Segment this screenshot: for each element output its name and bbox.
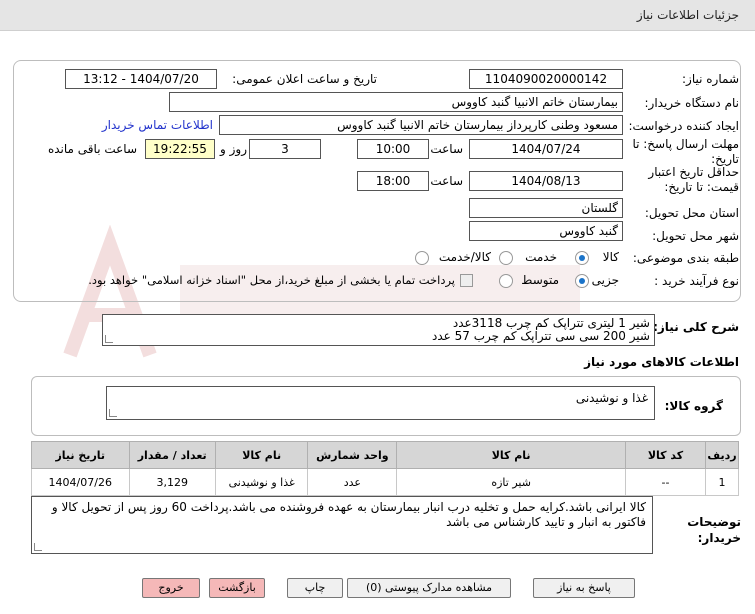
requester-field: مسعود وطنی کارپرداز بیمارستان خاتم الانب…	[219, 115, 623, 135]
table-header-row: ردیف کد کالا نام کالا واحد شمارش نام کال…	[31, 441, 739, 469]
delivery-province-label: استان محل تحویل:	[644, 206, 739, 220]
summary-label: شرح کلی نیاز:	[653, 320, 739, 334]
cell-unit: عدد	[307, 468, 398, 496]
col-unit: واحد شمارش	[307, 441, 398, 469]
col-quantity: تعداد / مقدار	[128, 441, 216, 469]
goods-group-label: گروه کالا:	[664, 399, 723, 413]
cell-item-code: --	[624, 468, 707, 496]
summary-textarea[interactable]: شیر 1 لیتری تتراپک کم چرب 3118عدد شیر 20…	[102, 314, 655, 346]
buyer-org-label: نام دستگاه خریدار:	[644, 96, 740, 110]
reply-button[interactable]: پاسخ به نیاز	[533, 578, 635, 598]
resize-grip-icon[interactable]	[109, 409, 117, 417]
window-titlebar: جزئیات اطلاعات نیاز	[0, 0, 755, 31]
goods-section-title: اطلاعات کالاهای مورد نیاز	[584, 355, 739, 369]
goods-group-value: غذا و نوشیدنی	[575, 391, 648, 405]
process-radio-medium[interactable]	[499, 274, 513, 288]
delivery-city-field: گنبد کاووس	[469, 221, 623, 241]
page-root: جزئیات اطلاعات نیاز شماره نیاز: 11040900…	[0, 0, 755, 614]
col-group-name: نام کالا	[214, 441, 309, 469]
col-row-number: ردیف	[705, 441, 739, 469]
exit-button[interactable]: خروج	[142, 578, 200, 598]
buyer-notes-text: کالا ایرانی باشد.کرایه حمل و تخلیه درب ا…	[51, 500, 646, 529]
category-radio-goods-service[interactable]	[415, 251, 429, 265]
remaining-days-field: 3	[249, 139, 321, 159]
table-row[interactable]: 1 -- شیر تازه عدد غذا و نوشیدنی 3,129 14…	[31, 468, 739, 496]
buyer-contact-link[interactable]: اطلاعات تماس خریدار	[102, 118, 213, 132]
remaining-time-field: 19:22:55	[145, 139, 215, 159]
category-radio-goods[interactable]	[575, 251, 589, 265]
col-item-code: کد کالا	[624, 441, 707, 469]
treasury-payment-checkbox[interactable]	[460, 274, 473, 287]
category-option-goods: کالا	[602, 250, 619, 264]
treasury-payment-label: پرداخت تمام یا بخشی از مبلغ خرید،از محل …	[88, 273, 455, 287]
summary-line-2: شیر 200 سی سی تتراپک کم چرب 57 عدد	[432, 329, 650, 343]
category-label: طبقه بندی موضوعی:	[632, 251, 739, 265]
cell-group-name: غذا و نوشیدنی	[214, 468, 309, 496]
delivery-province-field: گلستان	[469, 198, 623, 218]
col-item-name: نام کالا	[396, 441, 626, 469]
need-number-field: 1104090020000142	[469, 69, 623, 89]
reply-time-label: ساعت	[430, 142, 463, 156]
category-option-goods-service: کالا/خدمت	[438, 250, 491, 264]
process-option-minor: جزیی	[591, 273, 619, 287]
cell-row-number: 1	[705, 468, 739, 496]
price-validity-date-field: 1404/08/13	[469, 171, 623, 191]
process-option-medium: متوسط	[521, 273, 559, 287]
announce-datetime-label: تاریخ و ساعت اعلان عمومی:	[232, 72, 377, 86]
reply-time-field: 10:00	[357, 139, 429, 159]
validity-time-label: ساعت	[430, 174, 463, 188]
cell-need-date: 1404/07/26	[31, 468, 130, 496]
category-option-service: خدمت	[525, 250, 557, 264]
buyer-notes-field: کالا ایرانی باشد.کرایه حمل و تخلیه درب ا…	[31, 496, 653, 554]
announce-datetime-field: 1404/07/20 - 13:12	[65, 69, 217, 89]
requester-label: ایجاد کننده درخواست:	[628, 119, 739, 133]
buyer-org-field: بیمارستان خاتم الانبیا گنبد کاووس	[169, 92, 623, 112]
goods-group-field: غذا و نوشیدنی	[106, 386, 655, 420]
reply-deadline-date-field: 1404/07/24	[469, 139, 623, 159]
process-type-label: نوع فرآیند خرید :	[654, 274, 739, 288]
category-radio-service[interactable]	[499, 251, 513, 265]
delivery-city-label: شهر محل تحویل:	[652, 229, 739, 243]
days-label: روز و	[220, 142, 247, 156]
resize-grip-icon[interactable]	[34, 543, 42, 551]
remaining-time-label: ساعت باقی مانده	[47, 142, 137, 156]
cell-quantity: 3,129	[128, 468, 216, 496]
col-need-date: تاریخ نیاز	[31, 441, 130, 469]
validity-time-field: 18:00	[357, 171, 429, 191]
process-radio-minor[interactable]	[575, 274, 589, 288]
window-title: جزئیات اطلاعات نیاز	[636, 8, 739, 22]
items-table: ردیف کد کالا نام کالا واحد شمارش نام کال…	[31, 441, 739, 496]
buyer-notes-label: توضیحات خریدار:	[687, 515, 741, 545]
back-button[interactable]: بازگشت	[209, 578, 265, 598]
resize-grip-icon[interactable]	[105, 335, 113, 343]
need-number-label: شماره نیاز:	[682, 72, 739, 86]
print-button[interactable]: چاپ	[287, 578, 343, 598]
cell-item-name: شیر تازه	[396, 468, 626, 496]
view-attachments-button[interactable]: مشاهده مدارک پیوستی (0)	[347, 578, 511, 598]
price-validity-label: حداقل تاریخ اعتبار قیمت: تا تاریخ:	[648, 165, 739, 194]
reply-deadline-label: مهلت ارسال پاسخ: تا تاریخ:	[632, 137, 739, 166]
